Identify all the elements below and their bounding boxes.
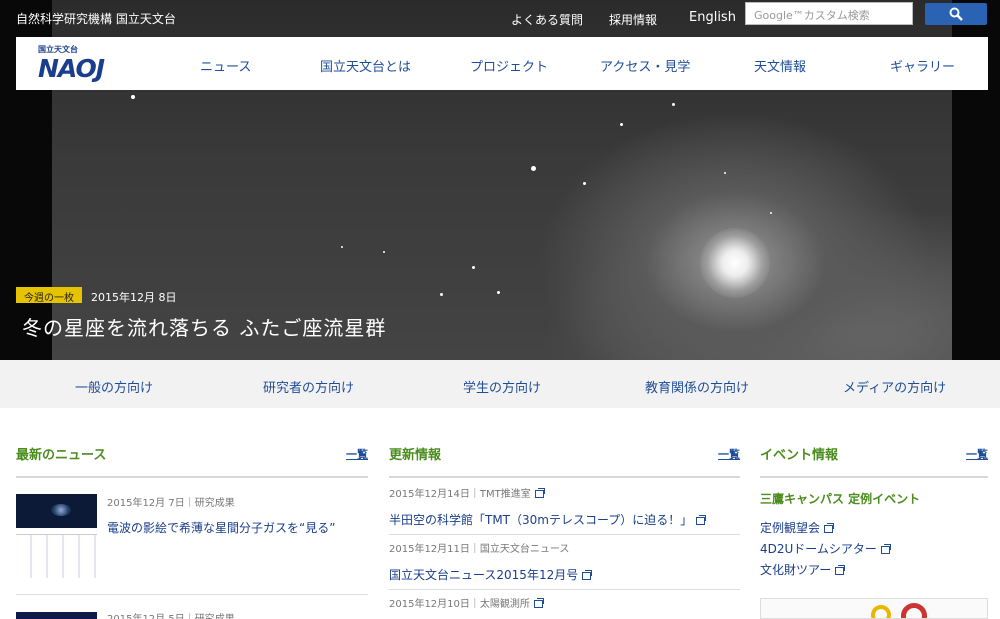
event-link-text[interactable]: 4D2Uドームシアター [760, 542, 877, 556]
star [620, 123, 623, 126]
audience-educators[interactable]: 教育関係の方向け [645, 377, 749, 396]
nebula-glow [700, 228, 770, 298]
logo-text: NAOJ [38, 54, 105, 83]
audience-general[interactable]: 一般の方向け [75, 377, 153, 396]
news-separator [16, 594, 368, 595]
feature-badge: 今週の一枚 [16, 287, 82, 304]
nav-projects[interactable]: プロジェクト [470, 56, 548, 75]
star [724, 172, 726, 174]
external-link-icon [533, 598, 544, 608]
update-title[interactable]: 半田空の科学館「TMT（30mテレスコープ）に迫る！」 [389, 511, 707, 528]
external-link-icon [696, 514, 707, 525]
banner-yellow-shape [871, 605, 891, 618]
news-date: 2015年12月 7日｜研究成果 [107, 498, 235, 509]
update-date: 2015年12月14日｜TMT推進室 [389, 485, 545, 500]
star [341, 246, 343, 248]
external-link-icon [880, 543, 891, 554]
star [770, 212, 772, 214]
audience-media[interactable]: メディアの方向け [843, 377, 946, 396]
update-date-text: 2015年12月14日｜TMT推進室 [389, 489, 531, 500]
update-date: 2015年12月11日｜国立天文台ニュース [389, 544, 570, 555]
external-link-icon [534, 488, 545, 498]
news-date: 2015年12月 5日｜研究成果 [107, 610, 235, 619]
external-link-icon [824, 522, 835, 533]
star [440, 293, 443, 296]
nav-gallery[interactable]: ギャラリー [890, 56, 955, 75]
star [531, 166, 536, 171]
nav-about[interactable]: 国立天文台とは [320, 56, 411, 75]
event-banner[interactable] [760, 598, 988, 619]
news-thumbnail[interactable] [16, 494, 97, 578]
event-link[interactable]: 4D2Uドームシアター [760, 540, 891, 557]
update-date-text: 2015年12月10日｜太陽観測所 [389, 599, 530, 610]
update-separator [389, 534, 740, 535]
event-link-text[interactable]: 文化財ツアー [760, 563, 831, 577]
event-link[interactable]: 文化財ツアー [760, 561, 846, 578]
events-more-link[interactable]: 一覧 [966, 446, 988, 462]
nav-news[interactable]: ニュース [200, 56, 251, 75]
news-more-link[interactable]: 一覧 [346, 446, 368, 462]
event-link[interactable]: 定例観望会 [760, 519, 835, 536]
updates-more-link[interactable]: 一覧 [718, 446, 740, 462]
star [472, 266, 475, 269]
search-button[interactable] [925, 3, 987, 25]
news-thumbnail[interactable] [16, 612, 97, 619]
feature-date: 2015年12月 8日 [91, 291, 177, 304]
star [383, 251, 385, 253]
star [672, 103, 675, 106]
feature-title[interactable]: 冬の星座を流れ落ちる ふたご座流星群 [22, 312, 386, 341]
update-date: 2015年12月10日｜太陽観測所 [389, 595, 544, 610]
naoj-logo[interactable]: 国立天文台 NAOJ [36, 44, 136, 84]
star [497, 291, 500, 294]
update-title-text[interactable]: 半田空の科学館「TMT（30mテレスコープ）に迫る！」 [389, 513, 692, 527]
updates-heading: 更新情報 [389, 448, 442, 463]
news-title[interactable]: 電波の影絵で希薄な星間分子ガスを“見る” [107, 519, 335, 536]
banner-red-shape [901, 603, 927, 618]
main-navigation: 国立天文台 NAOJ ニュース 国立天文台とは プロジェクト アクセス・見学 天… [16, 37, 988, 90]
nav-astro-info[interactable]: 天文情報 [754, 56, 806, 75]
star [131, 95, 135, 99]
updates-rule [389, 476, 740, 478]
faq-link[interactable]: よくある質問 [511, 11, 583, 28]
events-rule [760, 476, 988, 478]
search-input[interactable]: Google™カスタム検索 [745, 2, 913, 25]
star [583, 182, 586, 185]
audience-bar: 一般の方向け 研究者の方向け 学生の方向け 教育関係の方向け メディアの方向け [0, 360, 1000, 408]
events-heading: イベント情報 [760, 448, 839, 463]
recruit-link[interactable]: 採用情報 [609, 11, 657, 28]
nav-access[interactable]: アクセス・見学 [600, 56, 690, 75]
update-title-text[interactable]: 国立天文台ニュース2015年12月号 [389, 568, 578, 582]
news-rule [16, 476, 368, 478]
search-icon [949, 7, 963, 21]
news-heading: 最新のニュース [16, 448, 107, 463]
event-link-text[interactable]: 定例観望会 [760, 521, 820, 535]
english-link[interactable]: English [689, 10, 736, 25]
audience-researchers[interactable]: 研究者の方向け [263, 377, 354, 396]
update-title[interactable]: 国立天文台ニュース2015年12月号 [389, 566, 593, 583]
site-name[interactable]: 自然科学研究機構 国立天文台 [16, 10, 176, 27]
audience-students[interactable]: 学生の方向け [463, 377, 541, 396]
events-subheading: 三鷹キャンパス 定例イベント [760, 492, 921, 506]
update-separator [389, 589, 740, 590]
external-link-icon [835, 564, 846, 575]
external-link-icon [582, 569, 593, 580]
